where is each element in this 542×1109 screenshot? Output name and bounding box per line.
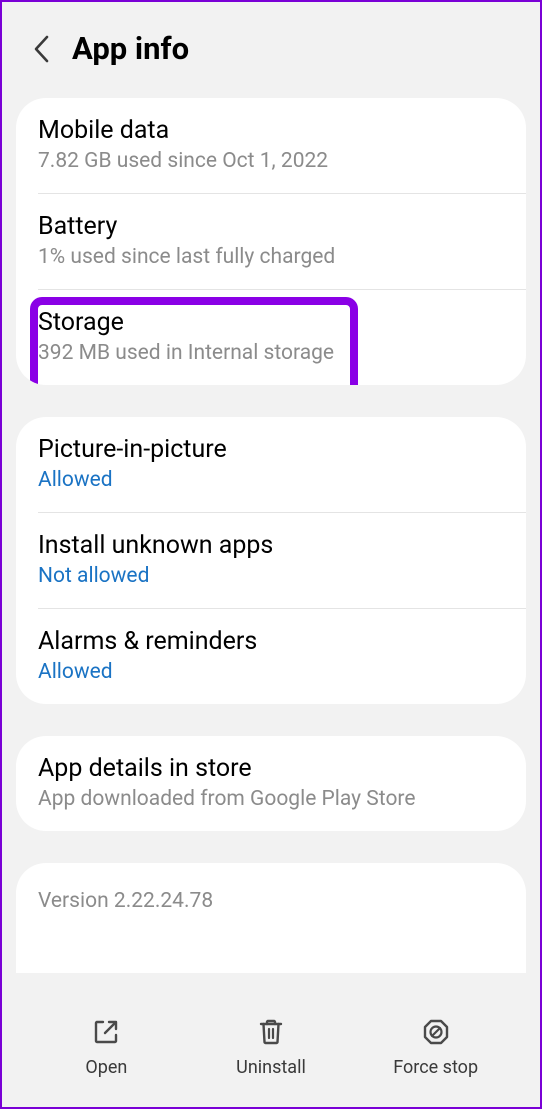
row-sub: 392 MB used in Internal storage [38,341,504,365]
row-app-details-store[interactable]: App details in store App downloaded from… [16,736,526,831]
row-sub: App downloaded from Google Play Store [38,787,504,811]
row-status: Allowed [38,660,504,684]
stop-icon [421,1017,451,1047]
header: App info [2,2,540,89]
row-picture-in-picture[interactable]: Picture-in-picture Allowed [16,417,526,512]
row-storage[interactable]: Storage 392 MB used in Internal storage [16,290,526,385]
row-title: Storage [38,308,504,337]
back-icon[interactable] [32,34,52,64]
row-status: Allowed [38,468,504,492]
row-title: Install unknown apps [38,531,504,560]
content-area: Mobile data 7.82 GB used since Oct 1, 20… [2,98,540,997]
force-stop-button[interactable]: Force stop [353,1017,518,1078]
label: Uninstall [236,1057,306,1078]
open-icon [91,1017,121,1047]
page-title: App info [72,30,189,67]
permissions-card: Picture-in-picture Allowed Install unkno… [16,417,526,704]
row-title: Picture-in-picture [38,435,504,464]
usage-card: Mobile data 7.82 GB used since Oct 1, 20… [16,98,526,385]
row-sub: 7.82 GB used since Oct 1, 2022 [38,149,504,173]
bottom-bar: Open Uninstall Force stop [4,997,538,1107]
uninstall-button[interactable]: Uninstall [189,1017,354,1078]
row-mobile-data[interactable]: Mobile data 7.82 GB used since Oct 1, 20… [16,98,526,193]
label: Open [85,1057,127,1078]
row-sub: 1% used since last fully charged [38,245,504,269]
row-title: App details in store [38,754,504,783]
open-button[interactable]: Open [24,1017,189,1078]
version-text: Version 2.22.24.78 [38,889,504,913]
row-title: Mobile data [38,116,504,145]
row-alarms-reminders[interactable]: Alarms & reminders Allowed [16,609,526,704]
row-title: Battery [38,212,504,241]
store-card: App details in store App downloaded from… [16,736,526,831]
label: Force stop [393,1057,478,1078]
trash-icon [256,1017,286,1047]
version-card: Version 2.22.24.78 [16,863,526,973]
row-title: Alarms & reminders [38,627,504,656]
row-battery[interactable]: Battery 1% used since last fully charged [16,194,526,289]
row-status: Not allowed [38,564,504,588]
row-install-unknown-apps[interactable]: Install unknown apps Not allowed [16,513,526,608]
